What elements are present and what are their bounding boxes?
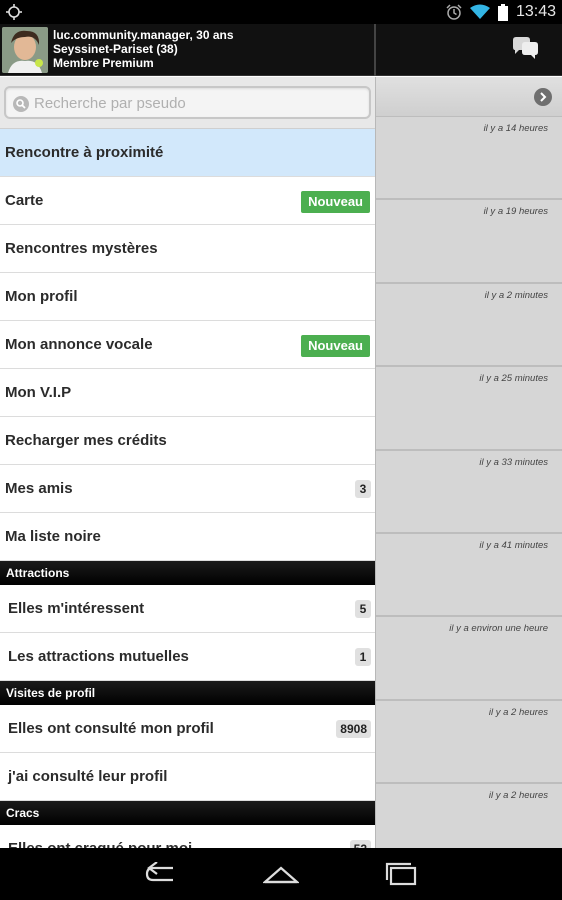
menu-item-liste-noire[interactable]: Ma liste noire	[0, 513, 375, 561]
feed-row[interactable]: il y a 25 minutes	[376, 367, 562, 451]
section-header-attractions: Attractions	[0, 561, 375, 585]
feed-row[interactable]: il y a 19 heures	[376, 200, 562, 284]
feed-row[interactable]: il y a 33 minutes	[376, 450, 562, 534]
menu-item-jai-consulte[interactable]: j'ai consulté leur profil	[0, 753, 375, 801]
battery-icon	[497, 3, 508, 21]
feed-time: il y a 2 heures	[488, 706, 548, 718]
menu-item-ont-consulte-profil[interactable]: Elles ont consulté mon profil 8908	[0, 705, 375, 753]
menu-item-label: Les attractions mutuelles	[8, 648, 189, 665]
section-header-visites: Visites de profil	[0, 681, 375, 705]
header-divider	[374, 24, 376, 76]
new-badge: Nouveau	[301, 335, 370, 357]
menu-item-mon-profil[interactable]: Mon profil	[0, 273, 375, 321]
feed-row[interactable]: il y a environ une heure	[376, 617, 562, 701]
recent-apps-icon[interactable]	[383, 862, 419, 886]
screen: 13:43 luc.community.manager, 30 ans Seys…	[0, 0, 562, 900]
count-badge: 8908	[336, 720, 371, 738]
user-info: luc.community.manager, 30 ans Seyssinet-…	[53, 28, 234, 70]
search-box[interactable]	[4, 86, 371, 119]
menu-item-label: Elles ont consulté mon profil	[8, 720, 214, 737]
menu-item-rencontres-mysteres[interactable]: Rencontres mystères	[0, 225, 375, 273]
user-location: Seyssinet-Pariset (38)	[53, 42, 178, 56]
menu-item-annonce-vocale[interactable]: Mon annonce vocale Nouveau	[0, 321, 375, 369]
feed-time: il y a 19 heures	[483, 206, 548, 218]
menu-item-label: j'ai consulté leur profil	[8, 768, 168, 785]
search-icon	[13, 96, 29, 112]
back-icon[interactable]	[143, 862, 179, 886]
feed-row[interactable]: il y a 41 minutes	[376, 533, 562, 618]
menu-item-label: Mon annonce vocale	[5, 336, 153, 353]
menu-item-label: Ma liste noire	[5, 528, 101, 545]
feed-header	[376, 77, 562, 117]
menu-item-recharger-credits[interactable]: Recharger mes crédits	[0, 417, 375, 465]
status-bar: 13:43	[0, 0, 562, 24]
menu-item-label: Rencontres mystères	[5, 240, 158, 257]
menu-item-label: Recharger mes crédits	[5, 432, 167, 449]
menu-item-elles-interessent[interactable]: Elles m'intéressent 5	[0, 585, 375, 633]
feed-row[interactable]: il y a 2 minutes	[376, 283, 562, 368]
chevron-right-icon[interactable]	[534, 88, 552, 106]
menu-item-attractions-mutuelles[interactable]: Les attractions mutuelles 1	[0, 633, 375, 681]
count-badge: 5	[355, 600, 371, 618]
section-header-cracs: Cracs	[0, 801, 375, 825]
alarm-icon	[446, 4, 462, 20]
menu-item-label: Mon profil	[5, 288, 78, 305]
search-bar	[0, 77, 375, 129]
activity-feed-panel: il y a 14 heures il y a 19 heures il y a…	[375, 77, 562, 848]
feed-row[interactable]: il y a 14 heures	[376, 117, 562, 201]
count-badge: 1	[355, 648, 371, 666]
feed-time: il y a 2 minutes	[484, 289, 548, 301]
feed-time: il y a 33 minutes	[479, 456, 548, 468]
home-icon[interactable]	[263, 862, 299, 886]
feed-time: il y a environ une heure	[449, 623, 548, 635]
menu-item-label: Mon V.I.P	[5, 384, 72, 401]
menu-item-mon-vip[interactable]: Mon V.I.P	[0, 369, 375, 417]
menu-item-label: Carte	[5, 192, 44, 209]
search-input[interactable]	[34, 92, 354, 114]
menu-item-label: Rencontre à proximité	[5, 144, 164, 161]
avatar[interactable]	[2, 27, 48, 73]
user-name: luc.community.manager, 30 ans	[53, 28, 234, 42]
feed-row[interactable]: il y a 2 heures	[376, 784, 562, 848]
chat-bubbles-icon[interactable]	[510, 36, 540, 62]
menu-item-mes-amis[interactable]: Mes amis 3	[0, 465, 375, 513]
menu-item-label: Elles m'intéressent	[8, 600, 145, 617]
side-menu: Rencontre à proximité Carte Nouveau Renc…	[0, 129, 375, 848]
avatar-image	[2, 27, 48, 73]
menu-item-rencontre-proximite[interactable]: Rencontre à proximité	[0, 129, 375, 177]
feed-time: il y a 25 minutes	[479, 373, 548, 385]
navigation-bar	[0, 848, 562, 900]
wifi-icon	[469, 4, 490, 19]
feed-time: il y a 2 heures	[488, 790, 548, 802]
menu-item-ont-craque[interactable]: Elles ont craqué pour moi 52	[0, 825, 375, 848]
count-badge: 52	[349, 840, 371, 848]
menu-item-label: Elles ont craqué pour moi	[8, 840, 192, 848]
feed-time: il y a 41 minutes	[479, 539, 548, 551]
user-membership: Membre Premium	[53, 56, 154, 70]
clock: 13:43	[515, 3, 556, 20]
feed-time: il y a 14 heures	[483, 123, 548, 134]
gps-icon	[6, 4, 22, 20]
feed-row[interactable]: il y a 2 heures	[376, 700, 562, 785]
new-badge: Nouveau	[301, 191, 370, 213]
count-badge: 3	[355, 480, 371, 498]
menu-item-carte[interactable]: Carte Nouveau	[0, 177, 375, 225]
menu-item-label: Mes amis	[5, 480, 73, 497]
app-header: luc.community.manager, 30 ans Seyssinet-…	[0, 24, 562, 76]
